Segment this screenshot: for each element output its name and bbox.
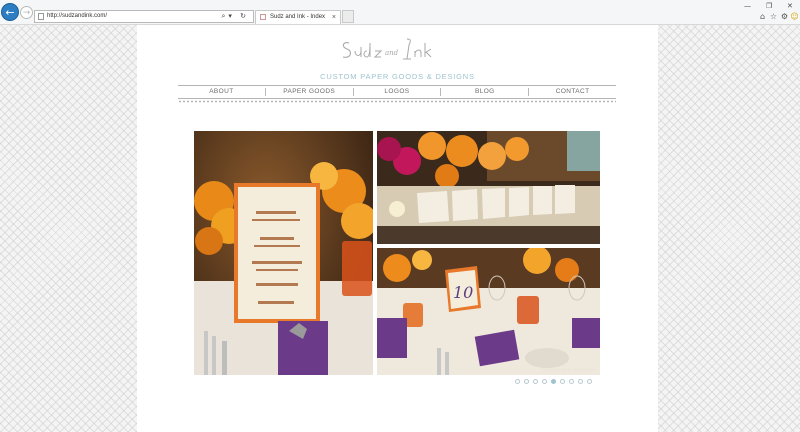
search-refresh-icons[interactable]: ⌕▾ ↻ xyxy=(221,11,249,22)
site-tagline: CUSTOM PAPER GOODS & DESIGNS xyxy=(320,72,475,81)
nav-logos[interactable]: LOGOS xyxy=(354,86,441,98)
home-icon[interactable]: ⌂ xyxy=(758,12,767,21)
page-content: and CUSTOM PAPER GOODS & DESIGNS ABOUT P… xyxy=(137,25,658,432)
gallery-photo-table-number[interactable]: 10 Photography by Shari Duke xyxy=(377,248,600,375)
new-tab-button[interactable] xyxy=(342,10,354,23)
gallery-pager-dot[interactable] xyxy=(551,379,556,384)
nav-contact[interactable]: CONTACT xyxy=(529,86,616,98)
gallery-pager-dot[interactable] xyxy=(533,379,538,384)
forward-arrow-icon: → xyxy=(22,7,31,18)
nav-blog[interactable]: BLOG xyxy=(441,86,528,98)
gallery-pager-dot[interactable] xyxy=(515,379,520,384)
page-icon xyxy=(38,13,44,20)
photo-credit: Photography by Shari Duke xyxy=(540,367,596,372)
gallery-photo-menu[interactable] xyxy=(194,131,373,375)
dotted-divider xyxy=(178,100,616,103)
tab-close-icon[interactable]: × xyxy=(332,11,336,24)
background-pattern-right xyxy=(658,25,800,432)
smiley-icon[interactable]: ☺ xyxy=(790,12,799,21)
nav-paper-goods[interactable]: PAPER GOODS xyxy=(266,86,353,98)
background-pattern-left xyxy=(0,25,137,432)
gallery-pager-dot[interactable] xyxy=(560,379,565,384)
back-button[interactable]: ← xyxy=(1,3,19,21)
forward-button[interactable]: → xyxy=(20,6,33,19)
restore-icon[interactable]: ❐ xyxy=(766,2,772,10)
back-arrow-icon: ← xyxy=(5,5,15,19)
placecards-photo-image xyxy=(377,131,600,244)
gallery-pager-dot[interactable] xyxy=(578,379,583,384)
browser-tab[interactable]: Sudz and Ink - Index × xyxy=(255,10,341,24)
browser-chrome: ← → http://sudzandink.com/ ⌕▾ ↻ Sudz and… xyxy=(0,0,800,25)
gallery-pager-dot[interactable] xyxy=(569,379,574,384)
gallery-pager xyxy=(515,379,592,384)
address-url: http://sudzandink.com/ xyxy=(47,13,108,19)
gallery-pager-dot[interactable] xyxy=(524,379,529,384)
logo-script-icon: and xyxy=(342,38,432,60)
star-icon[interactable]: ☆ xyxy=(769,12,778,21)
svg-text:10: 10 xyxy=(453,283,473,302)
gallery-pager-dot[interactable] xyxy=(587,379,592,384)
table-number-photo-image: 10 xyxy=(377,248,600,375)
site-logo[interactable]: and xyxy=(337,33,457,69)
nav-about[interactable]: ABOUT xyxy=(178,86,265,98)
gallery-photo-placecards[interactable] xyxy=(377,131,600,244)
tab-title: Sudz and Ink - Index xyxy=(270,14,326,20)
svg-text:and: and xyxy=(385,49,399,57)
photo-gallery[interactable]: 10 Photography by Shari Duke xyxy=(194,131,600,375)
gear-icon[interactable]: ⚙ xyxy=(780,12,789,21)
address-bar[interactable]: http://sudzandink.com/ ⌕▾ ↻ xyxy=(34,10,254,23)
site-favicon-icon xyxy=(260,14,266,20)
menu-photo-image xyxy=(194,131,373,375)
gallery-pager-dot[interactable] xyxy=(542,379,547,384)
main-nav: ABOUT PAPER GOODS LOGOS BLOG CONTACT xyxy=(178,85,616,99)
close-window-icon[interactable]: ✕ xyxy=(787,2,793,10)
minimize-icon[interactable]: — xyxy=(744,2,751,10)
